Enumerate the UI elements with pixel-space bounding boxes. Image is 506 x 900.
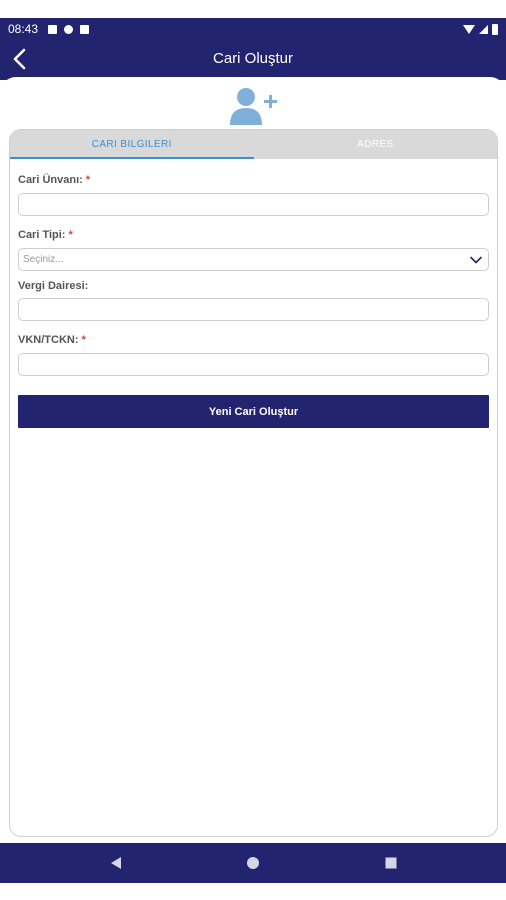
system-nav-bar (0, 843, 506, 883)
vergi-dairesi-label: Vergi Dairesi: (18, 280, 88, 292)
notification-icon (48, 24, 58, 34)
cari-tipi-label-text: Cari Tipi: (18, 229, 66, 241)
vergi-dairesi-label-text: Vergi Dairesi: (18, 280, 89, 292)
vkn-tckn-label: VKN/TCKN: * (18, 334, 86, 346)
add-user-icon (230, 88, 277, 125)
nav-home-button[interactable] (245, 855, 261, 871)
cari-tipi-placeholder: Seçiniz... (23, 254, 64, 265)
app-bar: Cari Oluştur (0, 40, 506, 80)
signal-icon (479, 24, 488, 34)
form-panel: CARI BILGILERI ADRES Cari Ünvanı: * Cari … (9, 129, 498, 837)
battery-icon (492, 23, 498, 35)
cari-tipi-label: Cari Tipi: * (18, 229, 73, 241)
circle-home-icon (247, 857, 259, 869)
tab-bar: CARI BILGILERI ADRES (10, 130, 497, 159)
status-bar: 08:43 (0, 18, 506, 40)
vkn-tckn-label-text: VKN/TCKN: (18, 334, 79, 346)
nav-back-button[interactable] (108, 855, 124, 871)
cari-unvani-input[interactable] (18, 193, 489, 216)
system-icons (463, 23, 498, 35)
status-time: 08:43 (8, 22, 39, 36)
tab-cari-bilgileri[interactable]: CARI BILGILERI (10, 130, 254, 159)
required-mark: * (85, 174, 91, 186)
cari-unvani-label: Cari Ünvanı: * (18, 174, 90, 186)
notification-icons (48, 24, 90, 34)
screen: 08:43 Cari Oluştur CARI BILGILERI ADRES (0, 0, 506, 900)
square-recents-icon (385, 857, 397, 869)
chevron-down-icon (470, 256, 482, 264)
nav-recents-button[interactable] (383, 855, 399, 871)
page-title: Cari Oluştur (212, 50, 294, 67)
sync-icon (64, 24, 74, 34)
wifi-icon (463, 24, 475, 34)
cari-tipi-select[interactable]: Seçiniz... (18, 248, 489, 271)
required-mark: * (68, 229, 73, 241)
tab-adres[interactable]: ADRES (254, 130, 498, 159)
create-cari-button[interactable]: Yeni Cari Oluştur (18, 395, 489, 428)
vkn-tckn-input[interactable] (18, 353, 489, 376)
sd-card-icon (80, 24, 90, 34)
vergi-dairesi-input[interactable] (18, 298, 489, 321)
required-mark: * (81, 334, 86, 346)
triangle-back-icon (111, 857, 121, 869)
cari-unvani-label-text: Cari Ünvanı: (18, 174, 83, 186)
